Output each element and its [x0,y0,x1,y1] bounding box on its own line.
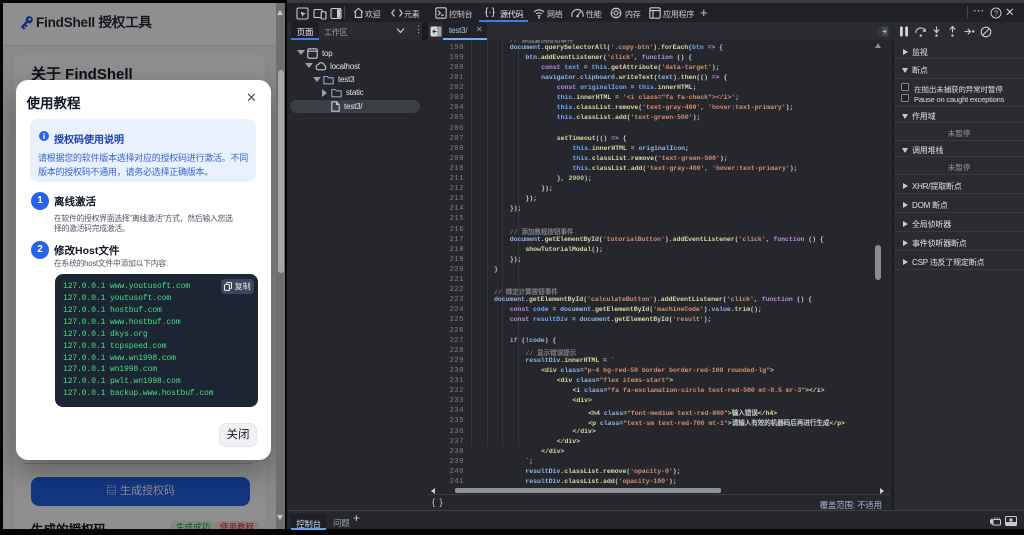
svg-text:?: ? [994,8,998,17]
